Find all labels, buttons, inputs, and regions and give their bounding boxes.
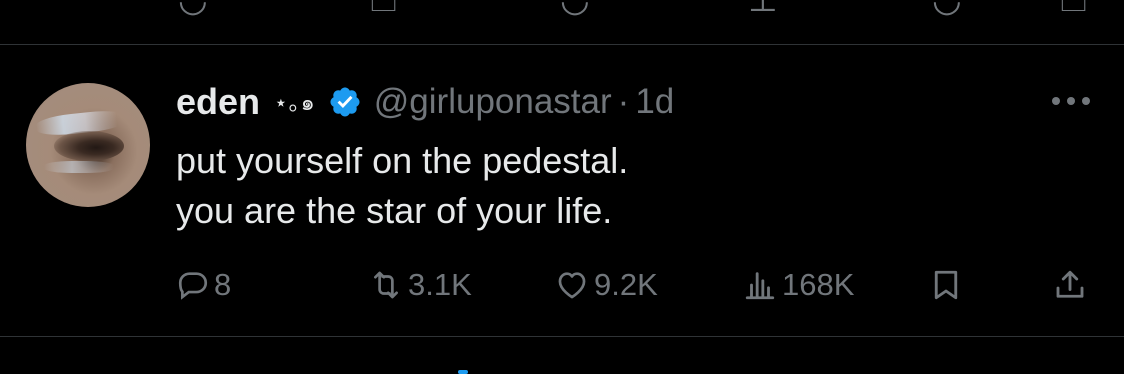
separator-dot: · — [617, 82, 630, 121]
next-tweet-accent — [458, 370, 468, 374]
bookmark-icon[interactable]: ◡ — [932, 0, 962, 17]
like-icon[interactable]: ◡ — [560, 0, 590, 17]
like-count: 9.2K — [594, 267, 658, 302]
views-button[interactable]: 168K — [742, 258, 854, 312]
like-button[interactable]: 9.2K — [554, 258, 658, 312]
tweet-text-line: you are the star of your life. — [176, 190, 613, 231]
name-decoration: ⋆｡๑ — [274, 89, 316, 115]
tweet-header: eden ⋆｡๑ @girluponastar · 1d — [176, 80, 674, 124]
repost-icon[interactable]: ⌴ — [370, 0, 397, 17]
views-count: 168K — [782, 267, 855, 302]
views-icon[interactable]: ⊥ — [748, 0, 778, 17]
more-options-icon[interactable] — [1048, 88, 1094, 114]
bookmark-button[interactable] — [928, 258, 964, 312]
divider — [0, 44, 1124, 45]
share-icon[interactable]: ⌴ — [1060, 0, 1087, 17]
views-icon — [745, 272, 775, 300]
share-button[interactable] — [1052, 258, 1088, 312]
repost-count: 3.1K — [408, 267, 472, 302]
verified-badge-icon[interactable] — [328, 85, 362, 119]
heart-icon — [558, 272, 586, 299]
display-name[interactable]: eden — [176, 81, 260, 123]
reply-button[interactable]: 8 — [176, 258, 231, 312]
repost-icon — [374, 271, 398, 299]
share-icon — [1056, 270, 1084, 298]
tweet-actions: 8 3.1K 9.2K 168K — [176, 258, 1096, 312]
bookmark-icon — [934, 270, 958, 300]
avatar[interactable] — [26, 83, 150, 207]
reply-icon — [178, 272, 208, 300]
handle[interactable]: @girluponastar — [374, 82, 612, 122]
tweet-text-line: put yourself on the pedestal. — [176, 140, 629, 181]
repost-button[interactable]: 3.1K — [368, 258, 472, 312]
timestamp[interactable]: 1d — [635, 82, 674, 122]
divider — [0, 336, 1124, 337]
reply-count: 8 — [214, 267, 232, 302]
previous-tweet-actions: ◡ ⌴ ◡ ⊥ ◡ ⌴ — [0, 0, 1124, 17]
reply-icon[interactable]: ◡ — [178, 0, 208, 17]
tweet-text: put yourself on the pedestal. you are th… — [176, 136, 628, 236]
